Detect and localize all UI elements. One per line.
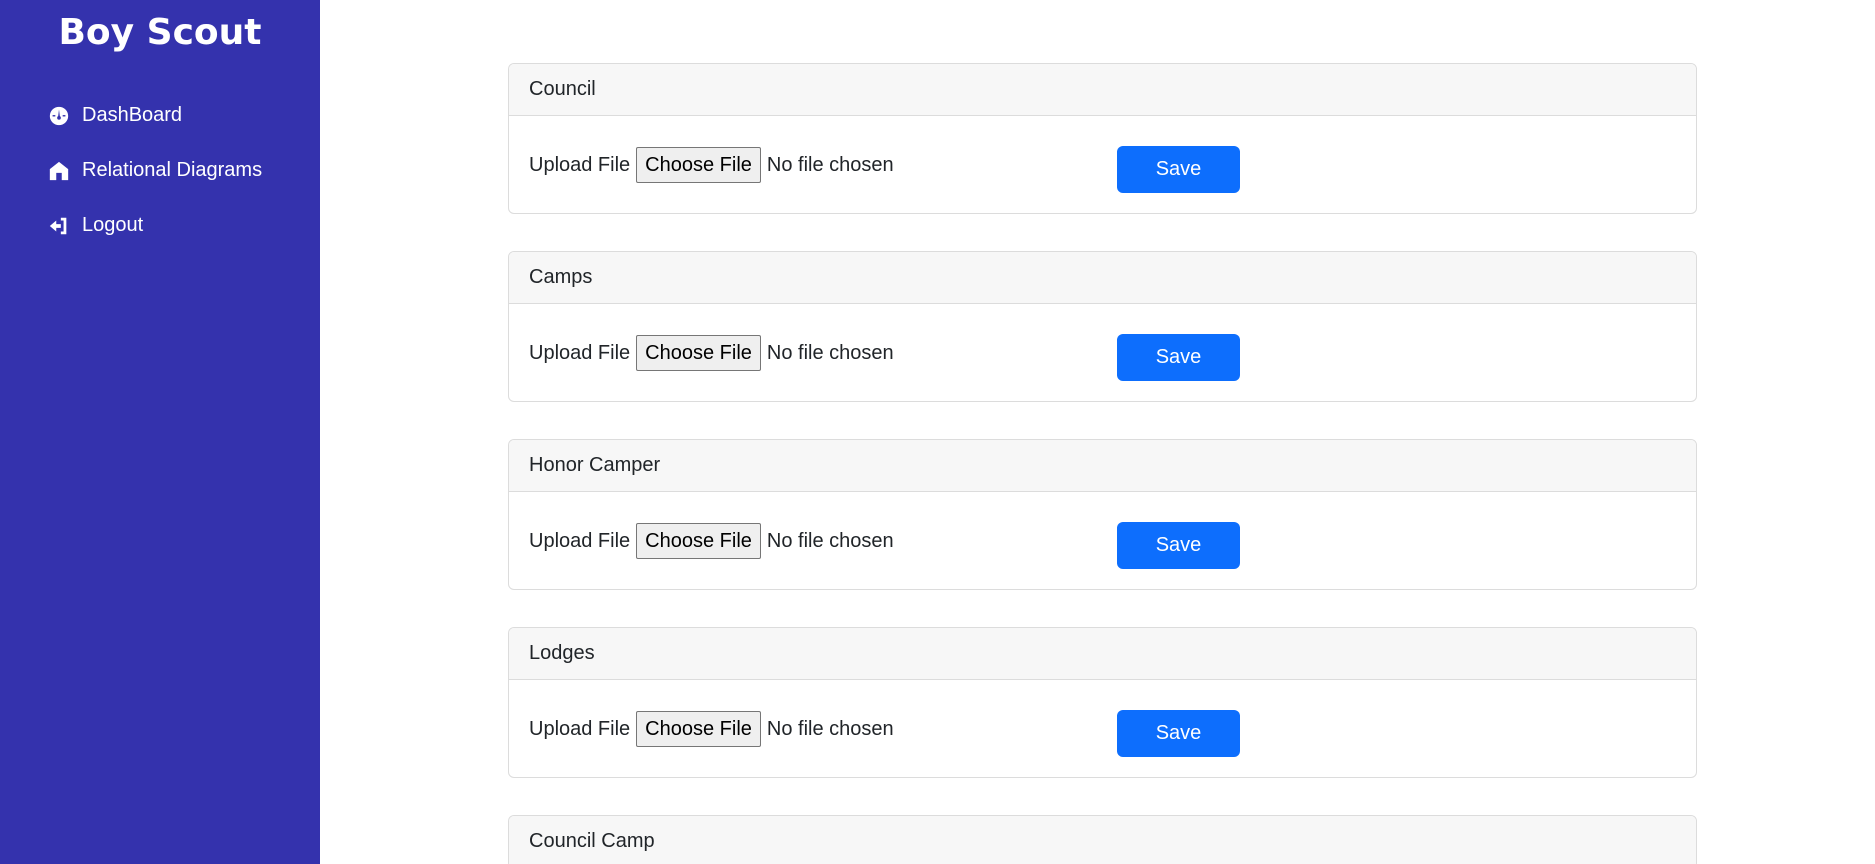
file-status: No file chosen [766,529,894,552]
card-body: Upload File Choose File No file chosen S… [509,680,1696,777]
dashboard-gauge-icon [48,105,70,127]
sidebar-nav: DashBoard Relational Diagrams Logout [48,88,262,253]
sidebar-item-label: DashBoard [82,104,183,126]
upload-card-camps: Camps Upload File Choose File No file ch… [508,251,1697,402]
sidebar-item-relational-diagrams[interactable]: Relational Diagrams [48,143,262,198]
sidebar-item-dashboard[interactable]: DashBoard [48,88,262,143]
choose-file-button[interactable]: Choose File [636,523,761,559]
upload-label: Upload File [529,341,631,364]
save-button[interactable]: Save [1117,146,1240,193]
sidebar: Boy Scout DashBoard Relational Diagrams … [0,0,320,864]
choose-file-button[interactable]: Choose File [636,711,761,747]
save-button[interactable]: Save [1117,522,1240,569]
card-body: Upload File Choose File No file chosen S… [509,116,1696,213]
card-title: Camps [509,252,1696,304]
card-title: Council Camp [509,816,1696,864]
card-title: Lodges [509,628,1696,680]
main-content: Council Upload File Choose File No file … [508,63,1697,864]
card-title: Honor Camper [509,440,1696,492]
tent-icon [48,160,70,182]
choose-file-button[interactable]: Choose File [636,335,761,371]
save-button[interactable]: Save [1117,710,1240,757]
save-button[interactable]: Save [1117,334,1240,381]
upload-card-honor-camper: Honor Camper Upload File Choose File No … [508,439,1697,590]
sidebar-item-label: Relational Diagrams [82,159,263,181]
brand-title: Boy Scout [58,12,262,53]
file-status: No file chosen [766,341,894,364]
upload-label: Upload File [529,153,631,176]
upload-row: Upload File Choose File No file chosen [529,147,894,183]
upload-card-lodges: Lodges Upload File Choose File No file c… [508,627,1697,778]
card-body: Upload File Choose File No file chosen S… [509,492,1696,589]
file-status: No file chosen [766,153,894,176]
sidebar-item-logout[interactable]: Logout [48,198,262,253]
card-title: Council [509,64,1696,116]
upload-card-council-camp: Council Camp [508,815,1697,864]
upload-row: Upload File Choose File No file chosen [529,335,894,371]
upload-card-council: Council Upload File Choose File No file … [508,63,1697,214]
upload-row: Upload File Choose File No file chosen [529,523,894,559]
choose-file-button[interactable]: Choose File [636,147,761,183]
logout-icon [48,215,70,237]
upload-label: Upload File [529,717,631,740]
card-body: Upload File Choose File No file chosen S… [509,304,1696,401]
sidebar-item-label: Logout [82,214,144,236]
upload-row: Upload File Choose File No file chosen [529,711,894,747]
upload-label: Upload File [529,529,631,552]
file-status: No file chosen [766,717,894,740]
